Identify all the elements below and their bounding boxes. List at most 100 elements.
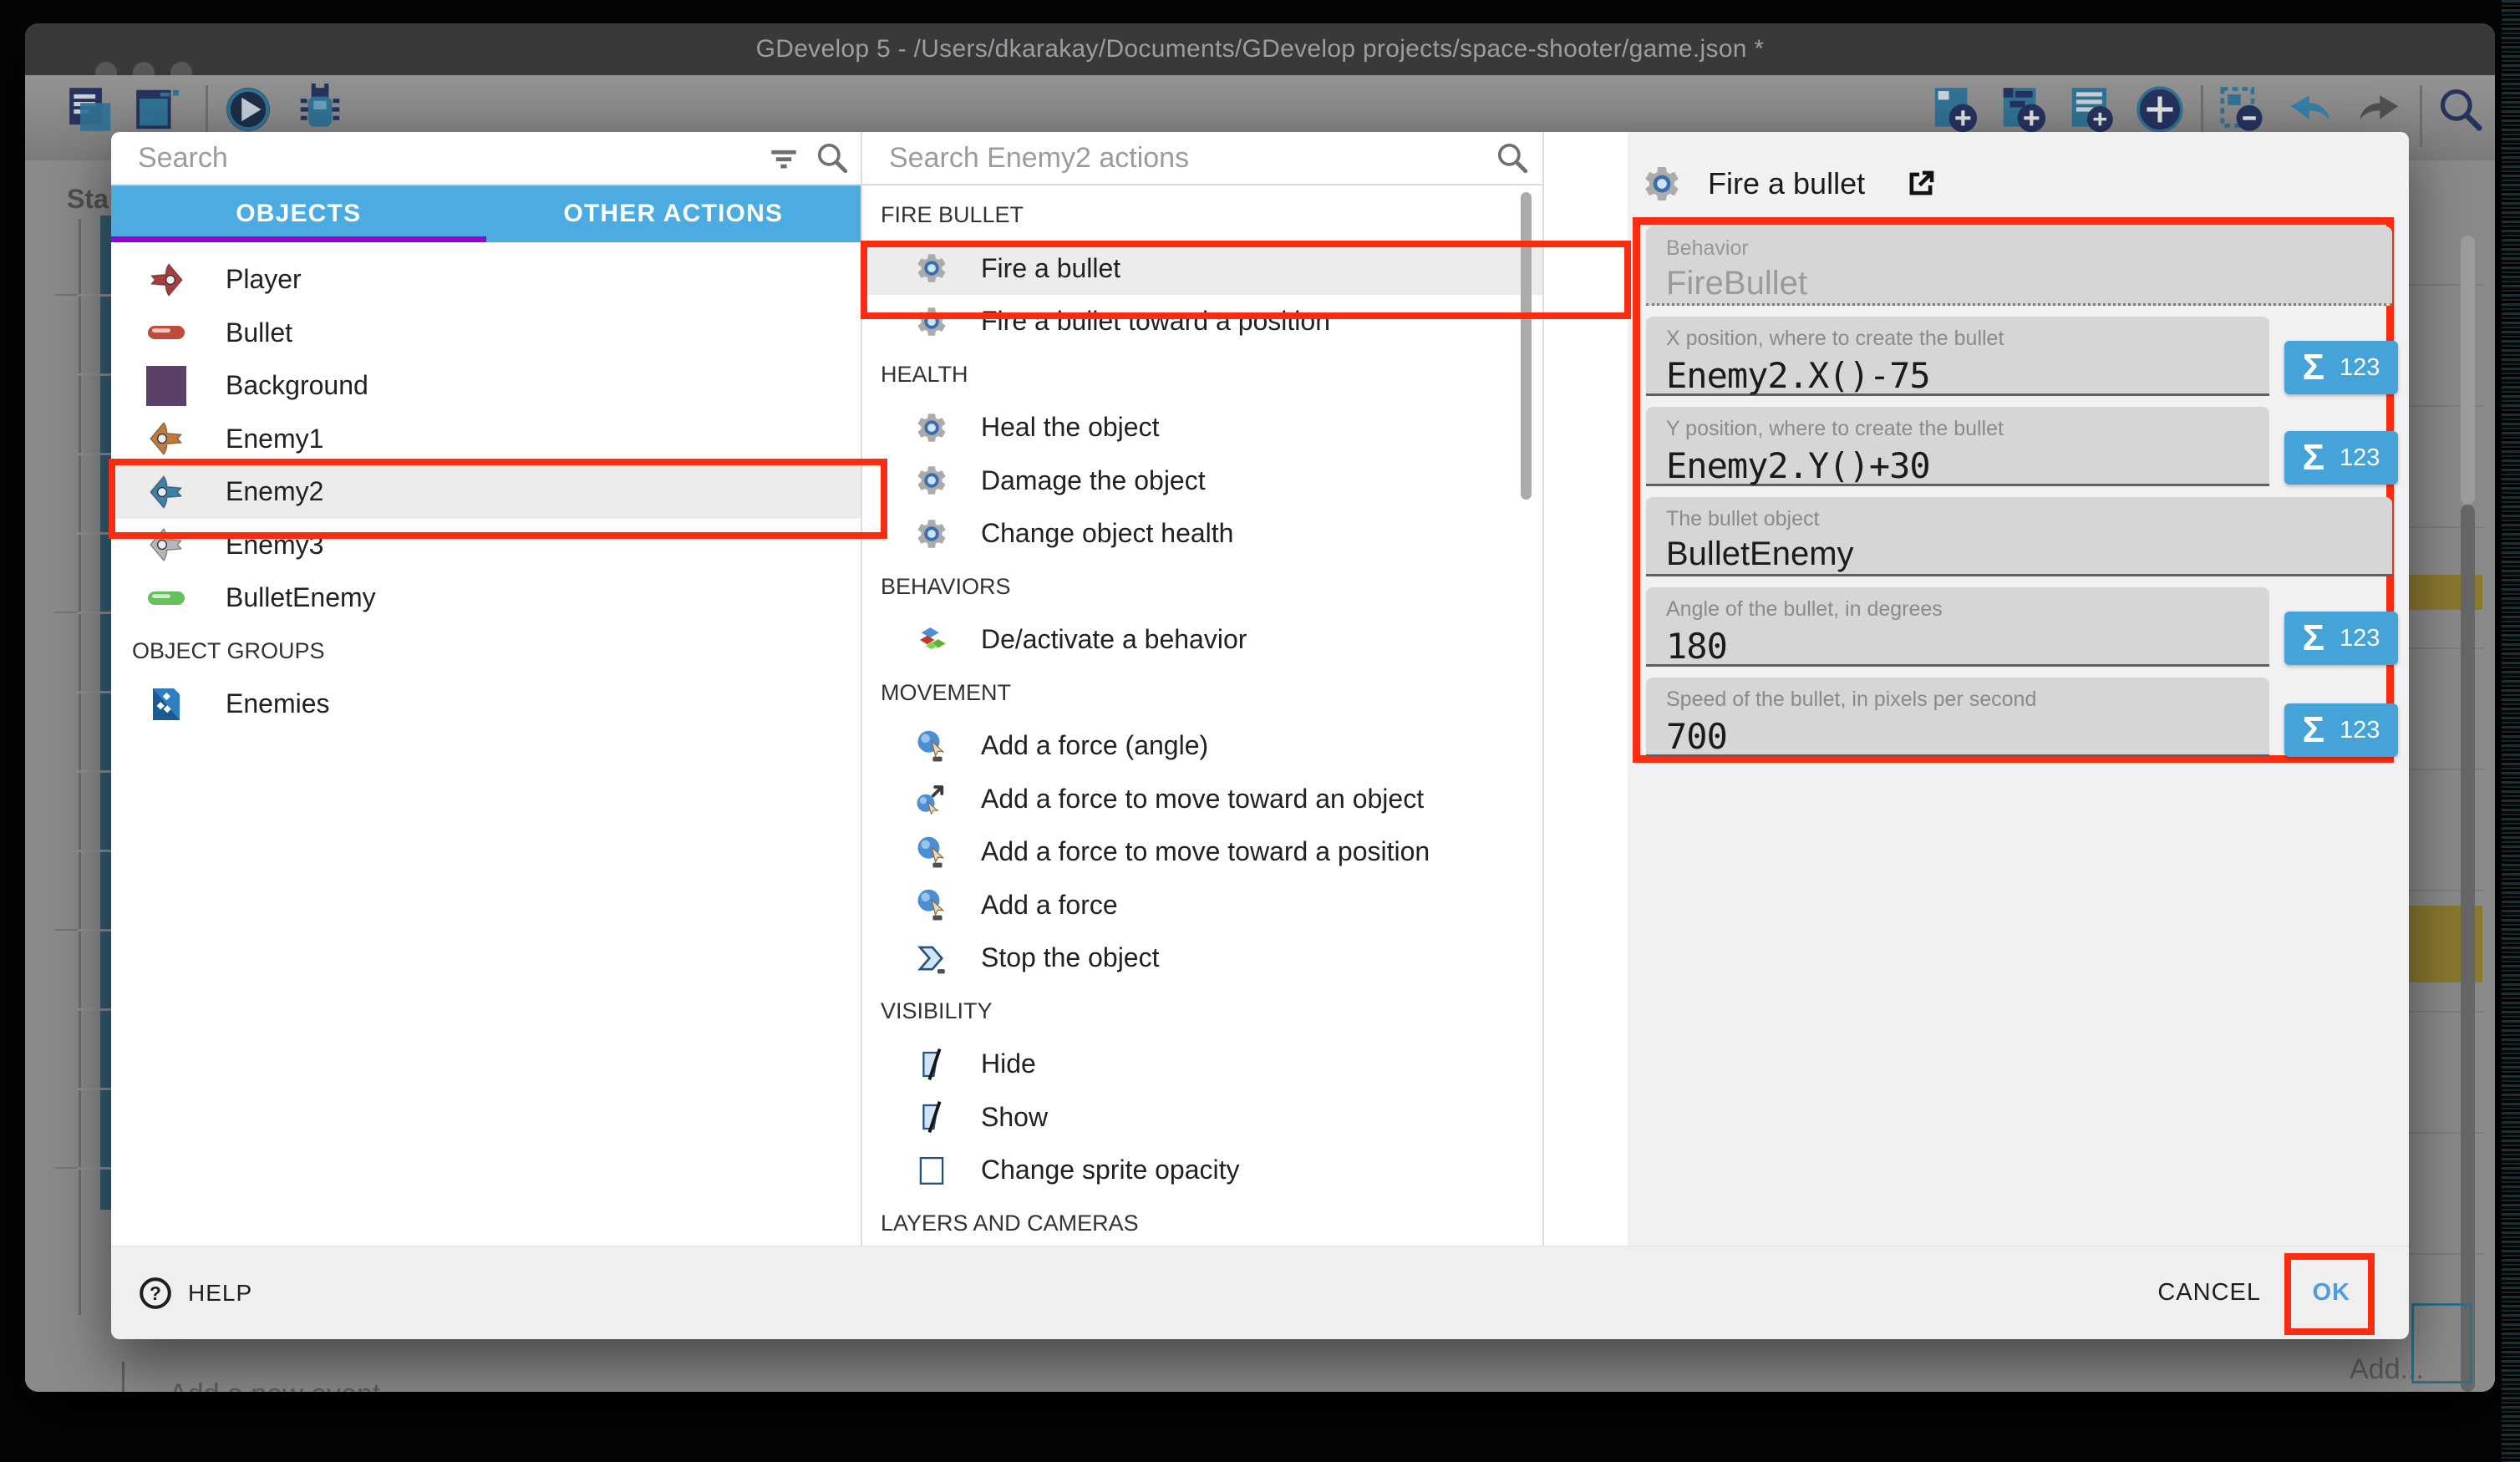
force-icon	[914, 887, 949, 922]
cancel-button-label: CANCEL	[2157, 1279, 2261, 1307]
action-row-change-opacity[interactable]: Change sprite opacity	[862, 1144, 1542, 1197]
add-more-label[interactable]: Add...	[2350, 1353, 2424, 1386]
field-label: Y position, where to create the bullet	[1666, 417, 2269, 441]
enemy3-ship-icon	[146, 525, 186, 565]
field-x-position[interactable]: X position, where to create the bullet E…	[1646, 317, 2269, 396]
add-circle-icon[interactable]	[2134, 84, 2186, 135]
action-row-change-health[interactable]: Change object health	[862, 507, 1542, 561]
expression-editor-button[interactable]: Σ 123	[2284, 431, 2398, 485]
action-label: Fire a bullet	[981, 253, 1120, 284]
field-bullet-object[interactable]: The bullet object BulletEnemy	[1646, 497, 2392, 576]
field-speed[interactable]: Speed of the bullet, in pixels per secon…	[1646, 678, 2269, 757]
actions-scrollbar-thumb[interactable]	[1521, 192, 1532, 500]
add-event-icon[interactable]	[1928, 84, 1980, 135]
inspector-panel: Fire a bullet Behavior FireBullet X posi…	[1628, 132, 2409, 1246]
expression-editor-button[interactable]: Σ 123	[2284, 612, 2398, 665]
object-row-player[interactable]: Player	[111, 253, 861, 307]
cancel-button[interactable]: CANCEL	[2157, 1246, 2261, 1339]
object-label: Player	[226, 264, 302, 295]
action-label: Hide	[981, 1048, 1036, 1079]
action-label: Change sprite opacity	[981, 1155, 1240, 1185]
force-icon	[914, 835, 949, 870]
actions-list: FIRE BULLET Fire a bullet Fire a bullet …	[862, 185, 1542, 1246]
stop-icon	[914, 941, 949, 976]
section-header-behaviors: BEHAVIORS	[862, 561, 1542, 614]
toolbar-separator	[2420, 85, 2422, 147]
field-value[interactable]: Enemy2.X()-75	[1666, 355, 2269, 396]
expression-editor-button[interactable]: Σ 123	[2284, 341, 2398, 394]
section-header-visibility: VISIBILITY	[862, 985, 1542, 1038]
desktop-edge-texture	[2502, 0, 2520, 1462]
object-row-enemy1[interactable]: Enemy1	[111, 413, 861, 466]
project-manager-icon[interactable]	[65, 84, 117, 135]
section-header-movement: MOVEMENT	[862, 667, 1542, 720]
action-row-fire-toward-position[interactable]: Fire a bullet toward a position	[862, 295, 1542, 348]
field-value[interactable]: Enemy2.Y()+30	[1666, 445, 2269, 486]
undo-icon[interactable]	[2284, 84, 2336, 135]
object-row-enemy2[interactable]: Enemy2	[111, 465, 861, 519]
field-y-position[interactable]: Y position, where to create the bullet E…	[1646, 407, 2269, 486]
object-row-bulletenemy[interactable]: BulletEnemy	[111, 571, 861, 625]
open-scene-icon[interactable]	[132, 84, 184, 135]
action-row-force-toward-position[interactable]: Add a force to move toward a position	[862, 825, 1542, 879]
add-comment-icon[interactable]	[2065, 84, 2117, 135]
add-subevent-icon[interactable]	[1997, 84, 2049, 135]
add-new-event-label[interactable]: Add a new event	[169, 1378, 380, 1392]
field-value[interactable]: BulletEnemy	[1666, 536, 2392, 573]
object-row-enemies-group[interactable]: Enemies	[111, 678, 861, 731]
gear-icon	[914, 251, 949, 286]
action-row-hide[interactable]: Hide	[862, 1038, 1542, 1091]
field-value[interactable]: 700	[1666, 716, 2269, 757]
object-row-bullet[interactable]: Bullet	[111, 307, 861, 360]
action-row-fire-a-bullet[interactable]: Fire a bullet	[862, 242, 1542, 296]
expression-button-label: 123	[2340, 717, 2380, 744]
action-search-input[interactable]	[862, 142, 1494, 175]
play-preview-icon[interactable]	[222, 84, 274, 135]
action-row-add-force[interactable]: Add a force	[862, 879, 1542, 932]
redo-icon[interactable]	[2353, 84, 2405, 135]
object-search-input[interactable]	[111, 142, 765, 175]
object-search-row	[111, 132, 861, 185]
action-label: Add a force (angle)	[981, 730, 1208, 761]
action-row-stop-object[interactable]: Stop the object	[862, 932, 1542, 985]
object-row-enemy3[interactable]: Enemy3	[111, 519, 861, 572]
object-label: Background	[226, 370, 368, 401]
gear-icon	[914, 463, 949, 498]
tab-objects[interactable]: OBJECTS	[111, 185, 486, 242]
action-row-force-toward-object[interactable]: Add a force to move toward an object	[862, 773, 1542, 826]
search-events-icon[interactable]	[2435, 84, 2487, 135]
delete-event-icon[interactable]	[2216, 84, 2268, 135]
action-label: Add a force to move toward an object	[981, 784, 1424, 815]
screenshot-root: GDevelop 5 - /Users/dkarakay/Documents/G…	[0, 0, 2520, 1462]
help-button[interactable]: HELP	[138, 1246, 252, 1339]
field-angle[interactable]: Angle of the bullet, in degrees 180 Σ 12…	[1646, 587, 2269, 667]
enemy2-ship-icon	[146, 472, 186, 512]
action-row-show[interactable]: Show	[862, 1091, 1542, 1145]
object-groups-header: OBJECT GROUPS	[111, 625, 861, 678]
editor-scrollbar-thumb[interactable]	[2461, 505, 2475, 1392]
gear-icon	[914, 410, 949, 445]
action-row-heal[interactable]: Heal the object	[862, 401, 1542, 454]
filter-icon[interactable]	[765, 140, 802, 176]
object-row-background[interactable]: Background	[111, 359, 861, 413]
object-label: Enemies	[226, 688, 330, 719]
editor-scrollbar-track	[2461, 236, 2475, 505]
expression-editor-button[interactable]: Σ 123	[2284, 703, 2398, 757]
debug-icon[interactable]	[294, 84, 346, 135]
action-label: De/activate a behavior	[981, 624, 1247, 655]
sigma-icon: Σ	[2303, 620, 2324, 657]
gear-icon	[914, 304, 949, 339]
sigma-icon: Σ	[2303, 439, 2324, 476]
force-toward-object-icon	[914, 781, 949, 816]
field-behavior: Behavior FireBullet	[1646, 226, 2392, 306]
tab-other-actions[interactable]: OTHER ACTIONS	[486, 185, 861, 242]
action-row-damage[interactable]: Damage the object	[862, 454, 1542, 508]
active-tab-indicator	[111, 236, 486, 242]
ok-button[interactable]: OK	[2313, 1246, 2351, 1339]
action-row-add-force-angle[interactable]: Add a force (angle)	[862, 719, 1542, 773]
parameters-group-annotated: Behavior FireBullet X position, where to…	[1633, 217, 2394, 763]
open-in-new-icon[interactable]	[1902, 165, 1940, 203]
action-row-deactivate-behavior[interactable]: De/activate a behavior	[862, 613, 1542, 667]
object-label: Enemy3	[226, 530, 323, 561]
field-value[interactable]: 180	[1666, 626, 2269, 667]
